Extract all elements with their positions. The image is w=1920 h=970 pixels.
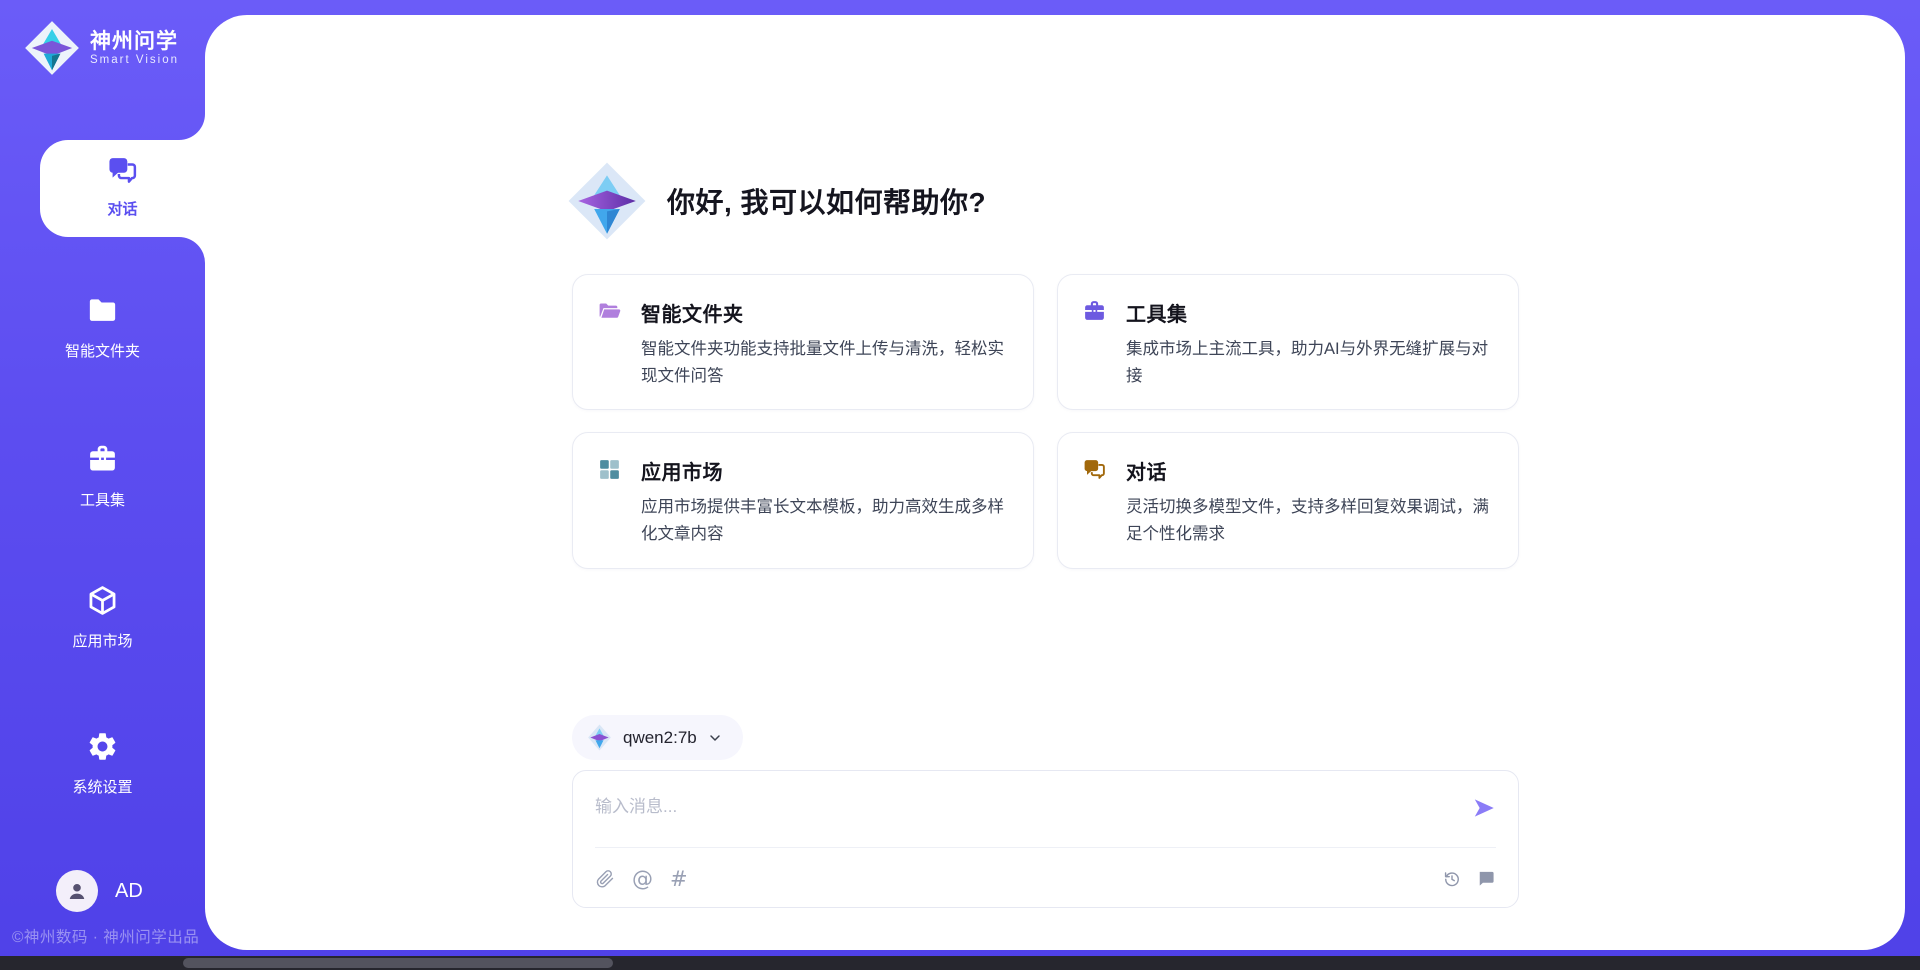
feature-cards: 智能文件夹 智能文件夹功能支持批量文件上传与清洗，轻松实现文件问答 工具集 集成…: [572, 274, 1519, 569]
hash-icon: #: [670, 869, 688, 890]
user-icon: [64, 878, 90, 904]
greeting-block: 你好, 我可以如何帮助你?: [567, 161, 986, 241]
history-clock-icon: [1442, 869, 1462, 889]
feedback-button[interactable]: [1476, 869, 1496, 889]
gear-icon: [86, 730, 119, 763]
sidebar-item-label: 系统设置: [72, 776, 132, 797]
toolbox-icon: [1082, 298, 1108, 389]
app-logo: 神州问学 Smart Vision: [24, 20, 179, 76]
chat-bubbles-icon: [106, 154, 139, 187]
brand-diamond-icon: [567, 161, 647, 241]
card-chat[interactable]: 对话 灵活切换多模型文件，支持多样回复效果调试，满足个性化需求: [1057, 432, 1519, 568]
sidebar-item-app-market[interactable]: 应用市场: [0, 584, 205, 651]
sidebar-item-label: 工具集: [80, 489, 125, 510]
chevron-down-icon: [707, 730, 723, 746]
user-name: AD: [115, 880, 143, 903]
toolbox-icon: [86, 443, 119, 476]
card-description: 集成市场上主流工具，助力AI与外界无缝扩展与对接: [1126, 336, 1492, 389]
tab-scoop-bottom: [179, 237, 205, 263]
card-app-market[interactable]: 应用市场 应用市场提供丰富长文本模板，助力高效生成多样化文章内容: [572, 432, 1034, 568]
card-description: 智能文件夹功能支持批量文件上传与清洗，轻松实现文件问答: [641, 336, 1007, 389]
greeting-title: 你好, 我可以如何帮助你?: [667, 181, 986, 221]
card-title: 智能文件夹: [641, 298, 1007, 327]
sidebar-item-label: 应用市场: [72, 630, 132, 651]
scrollbar-thumb[interactable]: [183, 958, 613, 968]
mention-button[interactable]: @: [632, 869, 653, 890]
sidebar-item-settings[interactable]: 系统设置: [0, 730, 205, 797]
cube-icon: [86, 584, 119, 617]
folder-icon: [86, 294, 119, 327]
card-title: 应用市场: [641, 456, 1007, 485]
message-square-icon: [1476, 869, 1496, 889]
chat-bubbles-icon: [1082, 456, 1108, 547]
composer-divider: [595, 847, 1496, 848]
topic-button[interactable]: #: [670, 869, 688, 890]
card-title: 工具集: [1126, 298, 1492, 327]
send-icon: [1471, 795, 1497, 821]
sidebar-item-label: 智能文件夹: [65, 340, 140, 361]
app-title: 神州问学: [90, 30, 179, 54]
open-folder-icon: [597, 298, 623, 389]
model-logo-icon: [586, 724, 613, 751]
app-window: 你好, 我可以如何帮助你? 智能文件夹 智能文件夹功能支持批量文件上传与清洗，轻…: [0, 0, 1920, 970]
at-icon: @: [632, 869, 653, 890]
card-description: 应用市场提供丰富长文本模板，助力高效生成多样化文章内容: [641, 494, 1007, 547]
sidebar: 神州问学 Smart Vision 对话: [0, 0, 205, 956]
copyright-footer: ©神州数码 · 神州问学出品: [12, 925, 212, 947]
paperclip-icon: [595, 869, 615, 889]
message-composer: @ #: [572, 770, 1519, 908]
message-input[interactable]: [595, 787, 1445, 827]
attach-file-button[interactable]: [595, 869, 615, 889]
card-toolset[interactable]: 工具集 集成市场上主流工具，助力AI与外界无缝扩展与对接: [1057, 274, 1519, 410]
tile-grid-icon: [597, 456, 623, 547]
send-button[interactable]: [1470, 795, 1498, 823]
brand-diamond-icon: [24, 20, 80, 76]
horizontal-scrollbar[interactable]: [0, 956, 1920, 970]
card-title: 对话: [1126, 456, 1492, 485]
user-account[interactable]: AD: [56, 870, 143, 912]
sidebar-item-chat[interactable]: 对话: [40, 140, 205, 237]
app-subtitle: Smart Vision: [90, 54, 179, 66]
history-button[interactable]: [1442, 869, 1462, 889]
sidebar-item-toolset[interactable]: 工具集: [0, 443, 205, 510]
avatar: [56, 870, 98, 912]
main-panel: 你好, 我可以如何帮助你? 智能文件夹 智能文件夹功能支持批量文件上传与清洗，轻…: [205, 15, 1905, 950]
card-smart-folder[interactable]: 智能文件夹 智能文件夹功能支持批量文件上传与清洗，轻松实现文件问答: [572, 274, 1034, 410]
card-description: 灵活切换多模型文件，支持多样回复效果调试，满足个性化需求: [1126, 494, 1492, 547]
tab-scoop-top: [179, 114, 205, 140]
composer-toolbar: @ #: [595, 863, 1496, 895]
sidebar-item-label: 对话: [107, 198, 137, 219]
sidebar-item-smart-folder[interactable]: 智能文件夹: [0, 294, 205, 361]
model-selector[interactable]: qwen2:7b: [572, 715, 743, 760]
model-name: qwen2:7b: [623, 728, 697, 748]
